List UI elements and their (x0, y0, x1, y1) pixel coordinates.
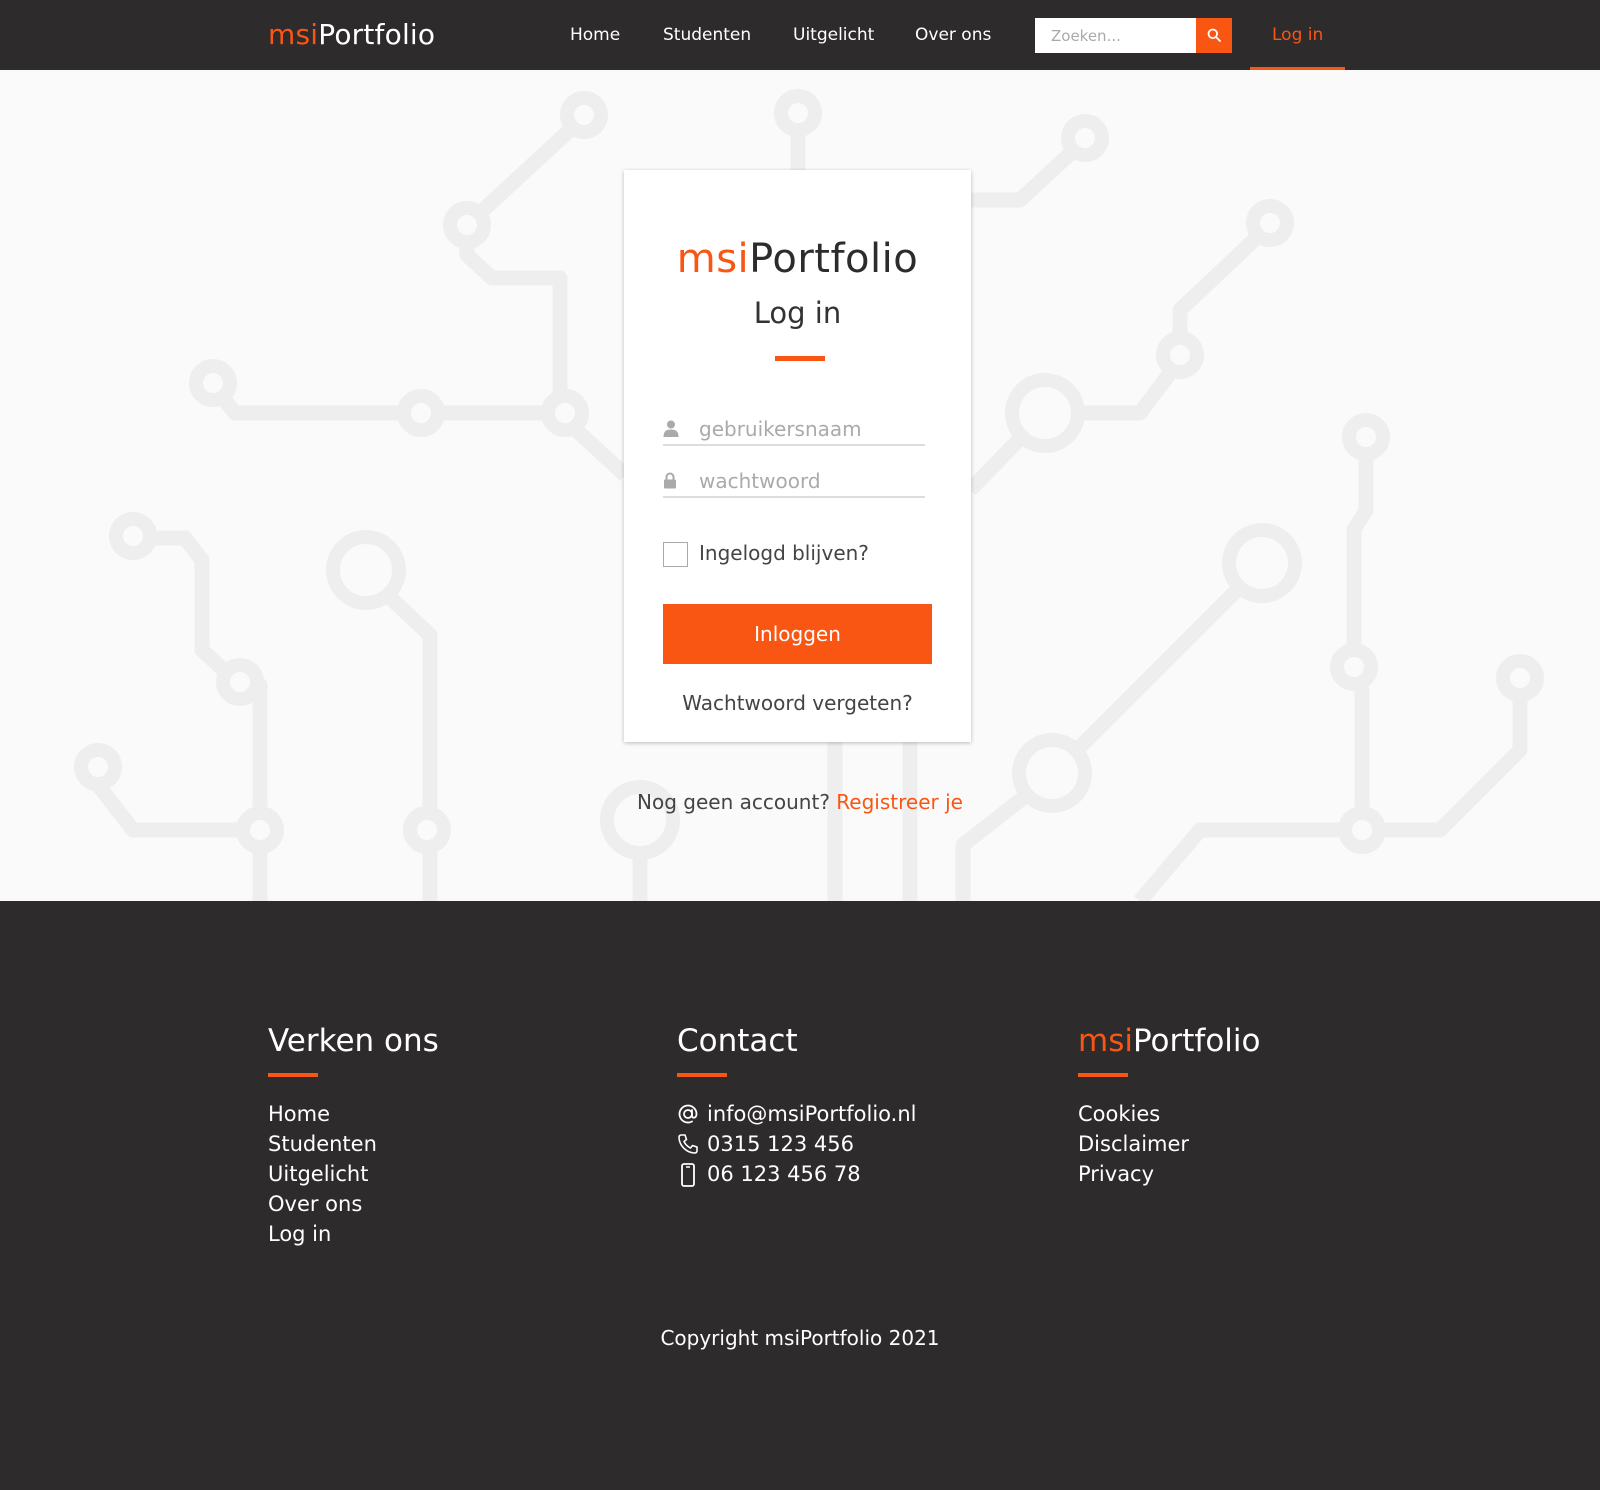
logo-prefix: msi (268, 18, 319, 51)
title-accent-bar (775, 356, 825, 361)
search-button[interactable] (1196, 18, 1232, 53)
footer-accent-bar (677, 1073, 727, 1077)
nav-studenten[interactable]: Studenten (663, 25, 751, 45)
register-link[interactable]: Registreer je (836, 790, 963, 814)
forgot-password-link[interactable]: Wachtwoord vergeten? (624, 691, 971, 715)
footer-explore: Verken ons Home Studenten Uitgelicht Ove… (268, 1023, 439, 1249)
contact-mobile-text: 06 123 456 78 (707, 1162, 861, 1186)
login-button[interactable]: Inloggen (663, 604, 932, 664)
footer-link-uitgelicht[interactable]: Uitgelicht (268, 1159, 439, 1189)
copyright-text: Copyright msiPortfolio 2021 (660, 1326, 940, 1350)
footer-link-home[interactable]: Home (268, 1099, 439, 1129)
phone-icon (678, 1134, 698, 1154)
register-prompt: Nog geen account? Registreer je (0, 790, 1600, 814)
site-logo[interactable]: msiPortfolio (268, 18, 435, 51)
top-navbar: msiPortfolio Home Studenten Uitgelicht O… (0, 0, 1600, 70)
footer-link-cookies[interactable]: Cookies (1078, 1099, 1261, 1129)
username-field (663, 414, 925, 446)
mobile-phone-icon (681, 1163, 695, 1187)
remember-me-checkbox[interactable] (663, 542, 688, 567)
search-input[interactable] (1035, 18, 1196, 53)
footer-link-privacy[interactable]: Privacy (1078, 1159, 1261, 1189)
footer-link-login[interactable]: Log in (268, 1219, 439, 1249)
contact-email[interactable]: info@msiPortfolio.nl (677, 1099, 916, 1129)
contact-phone[interactable]: 0315 123 456 (677, 1129, 916, 1159)
footer-accent-bar (268, 1073, 318, 1077)
contact-email-text: info@msiPortfolio.nl (707, 1102, 917, 1126)
nav-over-ons[interactable]: Over ons (915, 25, 991, 45)
search-icon (1207, 28, 1221, 42)
footer-contact-title: Contact (677, 1023, 798, 1059)
lock-icon (664, 472, 676, 489)
password-field (663, 466, 925, 498)
nav-uitgelicht[interactable]: Uitgelicht (793, 25, 874, 45)
remember-me-label[interactable]: Ingelogd blijven? (699, 541, 869, 565)
card-logo-suffix: Portfolio (749, 236, 919, 282)
username-input[interactable] (699, 414, 925, 444)
user-icon (663, 420, 679, 437)
contact-phone-text: 0315 123 456 (707, 1132, 854, 1156)
footer-link-over-ons[interactable]: Over ons (268, 1189, 439, 1219)
login-title: Log in (753, 296, 842, 330)
nav-home[interactable]: Home (570, 25, 620, 45)
footer-link-disclaimer[interactable]: Disclaimer (1078, 1129, 1261, 1159)
logo-suffix: Portfolio (318, 18, 436, 51)
footer-brand-suffix: Portfolio (1132, 1023, 1261, 1059)
footer-explore-title: Verken ons (268, 1023, 439, 1059)
register-text: Nog geen account? (637, 790, 830, 814)
nav-login-label: Log in (1272, 25, 1324, 45)
footer-link-studenten[interactable]: Studenten (268, 1129, 439, 1159)
footer-brand-title: msiPortfolio (1078, 1023, 1261, 1059)
at-sign-icon (678, 1104, 698, 1124)
password-input[interactable] (699, 466, 925, 496)
login-card: msiPortfolio Log in Ingelogd blijven? In… (624, 170, 971, 742)
nav-login[interactable]: Log in (1250, 0, 1345, 70)
footer-contact: Contact info@msiPortfolio.nl 0315 123 45… (677, 1023, 916, 1189)
card-logo: msiPortfolio (624, 236, 971, 282)
card-logo-prefix: msi (676, 236, 750, 282)
footer-accent-bar (1078, 1073, 1128, 1077)
contact-mobile[interactable]: 06 123 456 78 (677, 1159, 916, 1189)
footer-brand-prefix: msi (1078, 1023, 1133, 1059)
footer-brand: msiPortfolio Cookies Disclaimer Privacy (1078, 1023, 1261, 1189)
footer: Verken ons Home Studenten Uitgelicht Ove… (0, 901, 1600, 1490)
login-section: msiPortfolio Log in Ingelogd blijven? In… (0, 70, 1600, 901)
